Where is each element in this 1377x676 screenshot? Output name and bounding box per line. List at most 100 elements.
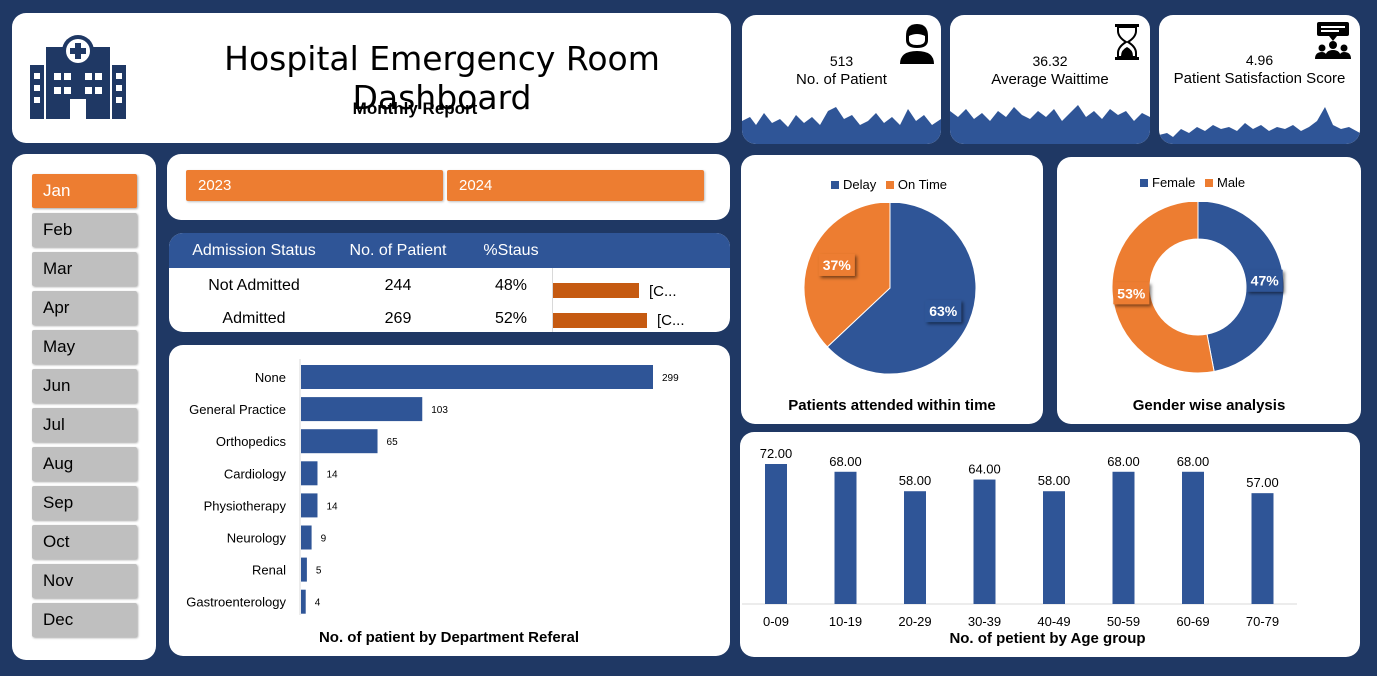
age-value-label: 64.00 [968, 462, 1001, 477]
age-value-label: 68.00 [1107, 454, 1140, 469]
department-value-label: 14 [326, 501, 338, 512]
department-category-label: Orthopedics [216, 434, 287, 449]
patient-icon [900, 24, 934, 64]
month-slicer: Jan Feb Mar Apr May Jun Jul Aug Sep Oct Nov Dec [12, 154, 156, 660]
row-bar-label: [C... [649, 283, 677, 300]
age-bar [1251, 493, 1274, 604]
month-button-apr[interactable]: Apr [32, 291, 137, 325]
month-button-jan[interactable]: Jan [32, 174, 137, 208]
department-value-label: 14 [326, 469, 338, 480]
kpi-patients-label: No. of Patient [796, 71, 887, 88]
kpi-waittime-sparkline [950, 105, 1150, 144]
age-value-label: 68.00 [1177, 454, 1210, 469]
age-value-label: 72.00 [760, 446, 793, 461]
age-category-label: 40-49 [1037, 614, 1070, 629]
department-value-label: 103 [431, 405, 448, 416]
department-bar [301, 525, 312, 550]
department-bar [301, 397, 423, 422]
gender-legend: Female Male [1140, 175, 1245, 190]
age-category-label: 10-19 [829, 614, 862, 629]
legend-item: On Time [885, 177, 947, 192]
gender-donut-chart: 47% 53% [1111, 202, 1285, 374]
department-bar [301, 493, 318, 518]
month-button-mar[interactable]: Mar [32, 252, 137, 286]
kpi-patients-card: 513 No. of Patient [742, 15, 941, 144]
age-category-label: 0-09 [763, 614, 789, 629]
svg-text:53%: 53% [1117, 285, 1146, 301]
age-bar-chart: 72.00 0-09 68.00 10-19 58.00 20-29 64.00 30-39 5… [742, 446, 1297, 629]
kpi-patients-sparkline [742, 107, 941, 144]
age-bar [904, 491, 926, 604]
row-count: 269 [384, 310, 412, 327]
month-button-oct[interactable]: Oct [32, 525, 137, 559]
month-button-feb[interactable]: Feb [32, 213, 137, 247]
admission-table: Admission Status No. of Patient %Staus N… [169, 233, 730, 332]
department-category-label: Gastroenterology [186, 595, 286, 610]
department-value-label: 4 [315, 598, 321, 609]
svg-text:47%: 47% [1251, 273, 1280, 289]
age-bar [1043, 491, 1065, 604]
delay-pie-card: Delay On Time 63% 37% Patients attended w… [741, 155, 1043, 424]
row-bar-label: [C... [657, 312, 685, 329]
age-bar [1182, 471, 1204, 604]
page-subtitle: Monthly Report [352, 99, 478, 118]
gender-value-label: 53% [1113, 282, 1150, 305]
month-button-jun[interactable]: Jun [32, 369, 137, 403]
age-bar [973, 479, 996, 604]
svg-text:63%: 63% [929, 303, 958, 319]
department-bar [301, 461, 318, 486]
department-category-label: Renal [252, 563, 286, 578]
year-button-2023[interactable]: 2023 [186, 170, 443, 201]
year-button-2024[interactable]: 2024 [447, 170, 704, 201]
age-value-label: 58.00 [899, 473, 932, 488]
month-button-jul[interactable]: Jul [32, 408, 137, 442]
title-card: Hospital Emergency Room Dashboard Monthl… [12, 13, 731, 143]
department-value-label: 5 [316, 566, 322, 577]
department-value-label: 299 [662, 373, 679, 384]
delay-value-label: 37% [818, 253, 855, 276]
department-bar [301, 429, 378, 454]
hospital-icon [30, 35, 126, 119]
gender-donut-card: Female Male 47% 53% Gender wise analysis [1057, 157, 1361, 424]
hourglass-icon [1115, 24, 1139, 60]
month-button-sep[interactable]: Sep [32, 486, 137, 520]
month-button-dec[interactable]: Dec [32, 603, 137, 637]
age-category-label: 70-79 [1246, 614, 1279, 629]
month-button-nov[interactable]: Nov [32, 564, 137, 598]
kpi-waittime-card: 36.32 Average Waittime [950, 15, 1150, 144]
department-value-label: 65 [387, 437, 399, 448]
kpi-satisfaction-sparkline [1159, 107, 1360, 144]
department-bar [301, 589, 306, 614]
row-status: Not Admitted [208, 277, 300, 294]
delay-pie-chart: 63% 37% [803, 203, 977, 375]
kpi-waittime-label: Average Waittime [991, 71, 1109, 88]
department-category-label: None [255, 370, 286, 385]
age-bar [1112, 471, 1135, 604]
gender-value-label: 47% [1246, 269, 1283, 292]
audience-icon [1315, 22, 1351, 59]
age-value-label: 57.00 [1246, 475, 1279, 490]
legend-item: Male [1204, 175, 1245, 190]
age-value-label: 68.00 [829, 454, 862, 469]
row-percent-bar [553, 313, 647, 328]
row-count: 244 [384, 277, 412, 294]
legend-item: Female [1140, 175, 1195, 190]
department-category-label: Neurology [227, 531, 287, 546]
age-category-label: 20-29 [898, 614, 931, 629]
age-bar [765, 464, 787, 604]
year-slicer: 2023 2024 [167, 154, 730, 220]
admission-header-row: Admission Status No. of Patient %Staus [169, 233, 730, 268]
row-status: Admitted [222, 310, 286, 327]
department-chart-card: None 299 General Practice 103 Orthopedics 65 C… [169, 345, 730, 656]
age-category-label: 30-39 [968, 614, 1001, 629]
department-bar [301, 365, 653, 389]
month-button-may[interactable]: May [32, 330, 137, 364]
kpi-satisfaction-label: Patient Satisfaction Score [1173, 70, 1346, 87]
row-percent: 48% [494, 277, 528, 294]
header-patient-count: No. of Patient [349, 242, 447, 259]
age-category-label: 60-69 [1176, 614, 1209, 629]
department-category-label: Physiotherapy [204, 498, 287, 513]
age-bar [834, 471, 857, 604]
age-chart-title: No. of petient by Age group [949, 630, 1146, 647]
month-button-aug[interactable]: Aug [32, 447, 137, 481]
